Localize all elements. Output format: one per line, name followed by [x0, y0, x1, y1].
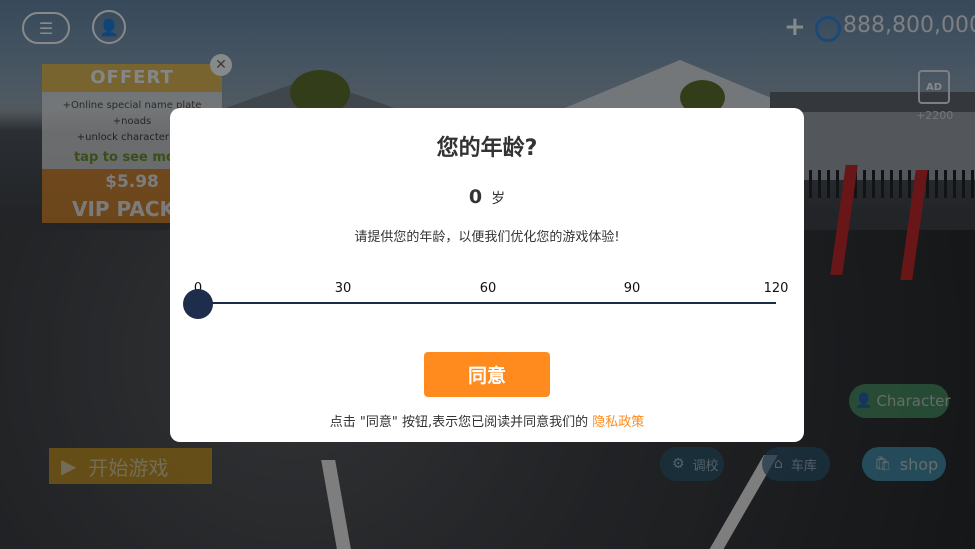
privacy-policy-link[interactable]: 隐私政策: [592, 415, 644, 430]
agree-button[interactable]: 同意: [424, 352, 550, 397]
age-unit: 岁: [491, 191, 506, 207]
slider-tick-label: 90: [623, 281, 641, 296]
slider-tick-label: 120: [763, 281, 789, 296]
consent-text: 点击 "同意" 按钮,表示您已阅读并同意我们的: [329, 415, 593, 430]
age-value: 0: [468, 186, 483, 208]
age-slider-thumb[interactable]: [183, 289, 213, 319]
age-slider-track[interactable]: [198, 302, 776, 304]
consent-footer: 点击 "同意" 按钮,表示您已阅读并同意我们的 隐私政策: [170, 411, 804, 430]
slider-tick-label: 30: [334, 281, 352, 296]
dialog-title: 您的年龄?: [436, 136, 538, 161]
age-display: 0 岁: [170, 186, 804, 208]
age-dialog: 您的年龄? 0 岁 请提供您的年龄，以便我们优化您的游戏体验! 0 30 60 …: [170, 108, 804, 442]
slider-tick-label: 60: [479, 281, 497, 296]
dialog-description: 请提供您的年龄，以便我们优化您的游戏体验!: [354, 230, 620, 245]
